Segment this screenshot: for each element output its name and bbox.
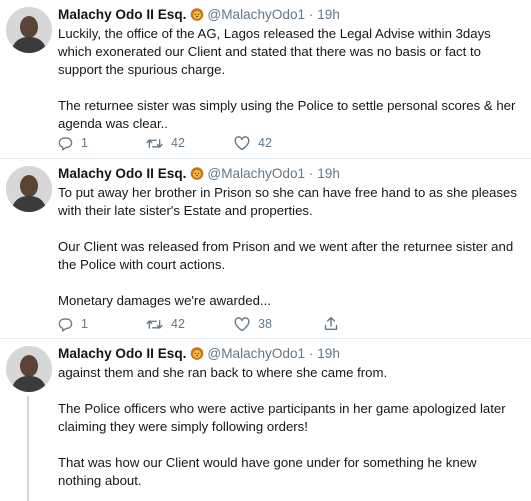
avatar[interactable] [6,346,52,392]
tweet-paragraph: The returnee sister was simply using the… [58,98,516,131]
tweet-paragraph: Our Client was released from Prison and … [58,239,514,272]
lion-face-emoji-icon [191,8,204,21]
tweet-header: Malachy Odo II Esq. @MalachyOdo1 · 19h [58,6,519,24]
reply-icon [58,136,73,151]
author-handle[interactable]: @MalachyOdo1 [207,166,305,181]
author-handle[interactable]: @MalachyOdo1 [207,7,305,22]
reply-count: 1 [81,136,88,150]
separator-dot: · [308,166,314,181]
tweet-timestamp[interactable]: 19h [317,346,340,361]
author-name[interactable]: Malachy Odo II Esq. [58,166,186,181]
author-handle[interactable]: @MalachyOdo1 [207,346,305,361]
avatar-photo-icon [6,346,52,392]
tweet-header: Malachy Odo II Esq. @MalachyOdo1 · 19h [58,165,519,183]
avatar[interactable] [6,166,52,212]
thread-connector-line [27,396,29,501]
tweet[interactable]: Malachy Odo II Esq. @MalachyOdo1 · 19h Lu… [0,0,531,159]
heart-icon [234,135,250,150]
separator-dot: · [308,346,314,361]
tweet-timestamp[interactable]: 19h [317,7,340,22]
lion-face-emoji-icon [191,167,204,180]
tweet-paragraph: Monetary damages we're awarded... [58,293,271,308]
tweet-timestamp[interactable]: 19h [317,166,340,181]
share-button[interactable] [324,316,338,331]
author-name[interactable]: Malachy Odo II Esq. [58,7,186,22]
like-button[interactable]: 38 [234,316,272,332]
heart-icon [234,316,250,331]
tweet-text: To put away her brother in Prison so she… [58,184,519,310]
retweet-count: 42 [171,317,185,331]
retweet-count: 42 [171,136,185,150]
author-name[interactable]: Malachy Odo II Esq. [58,346,186,361]
retweet-button[interactable]: 42 [146,135,185,151]
tweet-paragraph: against them and she ran back to where s… [58,365,388,380]
avatar-photo-icon [6,166,52,212]
tweet[interactable]: Malachy Odo II Esq. @MalachyOdo1 · 19h To… [0,159,531,339]
avatar[interactable] [6,7,52,53]
retweet-button[interactable]: 42 [146,316,185,332]
tweet-text: against them and she ran back to where s… [58,364,519,490]
tweet-paragraph: That was how our Client would have gone … [58,455,477,488]
retweet-icon [146,319,163,329]
share-icon [324,316,338,330]
reply-icon [58,317,73,332]
tweet[interactable]: Malachy Odo II Esq. @MalachyOdo1 · 19h ag… [0,339,531,501]
lion-face-emoji-icon [191,347,204,360]
separator-dot: · [308,7,314,22]
reply-button[interactable]: 1 [58,316,88,332]
tweet-thread: Malachy Odo II Esq. @MalachyOdo1 · 19h Lu… [0,0,531,501]
tweet-header: Malachy Odo II Esq. @MalachyOdo1 · 19h [58,345,519,363]
reply-button[interactable]: 1 [58,135,88,151]
retweet-icon [146,138,163,148]
avatar-photo-icon [6,7,52,53]
like-count: 38 [258,317,272,331]
reply-count: 1 [81,317,88,331]
tweet-paragraph: The Police officers who were active part… [58,401,506,434]
tweet-paragraph: Luckily, the office of the AG, Lagos rel… [58,26,491,77]
tweet-text: Luckily, the office of the AG, Lagos rel… [58,25,519,133]
like-count: 42 [258,136,272,150]
like-button[interactable]: 42 [234,135,272,151]
tweet-paragraph: To put away her brother in Prison so she… [58,185,517,218]
